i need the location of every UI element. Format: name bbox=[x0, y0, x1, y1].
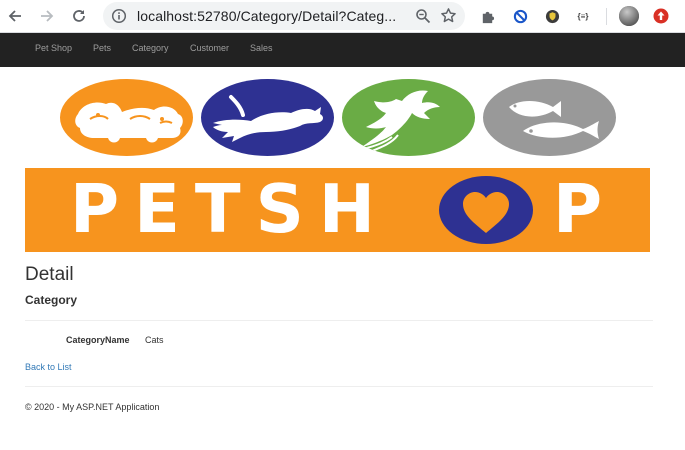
star-icon[interactable] bbox=[440, 7, 457, 24]
animal-ovals bbox=[25, 74, 650, 162]
logo-text-right: P bbox=[553, 170, 618, 248]
dog-cat-oval bbox=[60, 79, 193, 156]
nav-customer[interactable]: Customer bbox=[190, 43, 229, 53]
bird-icon bbox=[361, 90, 440, 152]
reload-icon[interactable] bbox=[68, 5, 90, 27]
petshop-banner: PETSH P bbox=[25, 74, 650, 252]
info-icon[interactable] bbox=[111, 8, 127, 24]
back-to-list-link[interactable]: Back to List bbox=[25, 362, 72, 372]
category-name-label: CategoryName bbox=[66, 335, 130, 345]
footer-text: © 2020 - My ASP.NET Application bbox=[25, 402, 160, 412]
fish-icon bbox=[509, 101, 599, 139]
forward-arrow-icon[interactable] bbox=[36, 5, 58, 27]
nav-pet-shop[interactable]: Pet Shop bbox=[35, 43, 72, 53]
bird-oval bbox=[342, 79, 475, 156]
nav-category[interactable]: Category bbox=[132, 43, 169, 53]
block-icon[interactable] bbox=[511, 7, 529, 25]
divider bbox=[25, 320, 653, 321]
site-navbar: Pet Shop Pets Category Customer Sales bbox=[0, 33, 685, 67]
puzzle-icon[interactable] bbox=[478, 7, 496, 25]
url-text[interactable]: localhost:52780/Category/Detail?Categ... bbox=[137, 8, 396, 24]
footer-divider bbox=[25, 386, 653, 387]
back-arrow-icon[interactable] bbox=[4, 5, 26, 27]
heart-o-icon bbox=[439, 176, 533, 244]
petshop-logo-strip: PETSH P bbox=[25, 168, 650, 252]
fish-oval bbox=[483, 79, 616, 156]
cat-oval bbox=[201, 79, 334, 156]
nav-sales[interactable]: Sales bbox=[250, 43, 273, 53]
dog-cat-icon bbox=[75, 102, 183, 143]
page-title: Detail bbox=[25, 264, 74, 285]
browser-toolbar: localhost:52780/Category/Detail?Categ...… bbox=[0, 0, 685, 33]
json-icon[interactable]: {≡} bbox=[574, 7, 592, 25]
cat-icon bbox=[213, 95, 323, 142]
address-bar[interactable]: localhost:52780/Category/Detail?Categ... bbox=[103, 2, 465, 30]
update-icon[interactable] bbox=[652, 7, 670, 25]
logo-text-left: PETSH bbox=[70, 170, 390, 248]
json-extension-label: {≡} bbox=[577, 11, 589, 21]
page-subtitle: Category bbox=[25, 293, 78, 307]
zoom-icon[interactable] bbox=[415, 8, 431, 24]
category-name-value: Cats bbox=[145, 335, 164, 345]
profile-avatar[interactable] bbox=[618, 5, 640, 27]
toolbar-separator bbox=[606, 8, 607, 25]
shield-icon[interactable] bbox=[543, 7, 561, 25]
nav-pets[interactable]: Pets bbox=[93, 43, 111, 53]
